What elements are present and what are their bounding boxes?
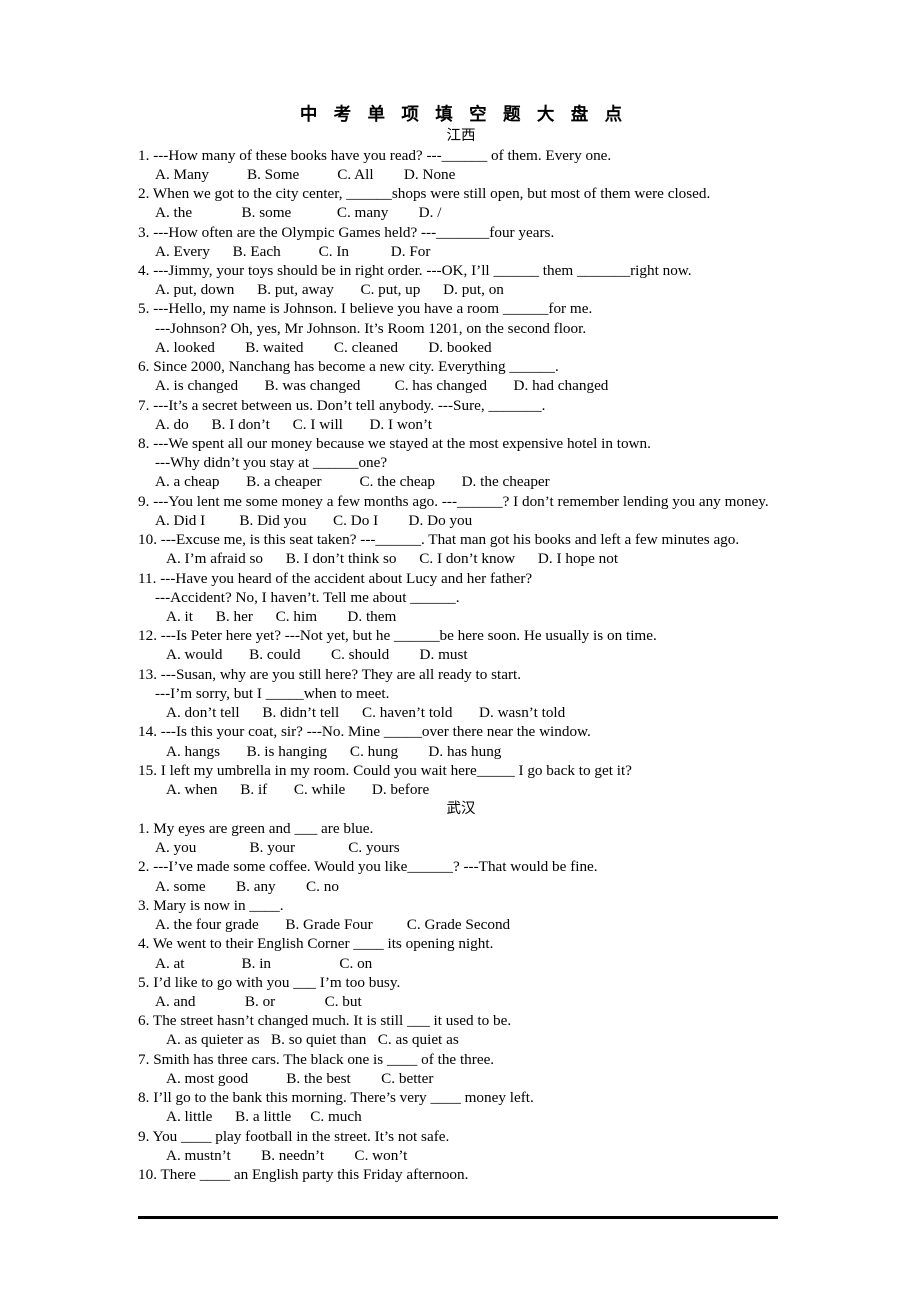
question-block: 2. ---I’ve made some coffee. Would you l… <box>138 857 784 895</box>
question-block: 6. The street hasn’t changed much. It is… <box>138 1011 784 1049</box>
question-block: 13. ---Susan, why are you still here? Th… <box>138 665 784 723</box>
question-options: A. mustn’t B. needn’t C. won’t <box>166 1146 408 1164</box>
question-text: 6. The street hasn’t changed much. It is… <box>138 1012 512 1030</box>
question-options: A. the B. some C. many D. / <box>155 204 442 222</box>
question-text: 13. ---Susan, why are you still here? Th… <box>138 665 522 683</box>
question-block: 10. There ____ an English party this Fri… <box>138 1165 784 1184</box>
question-text: 10. There ____ an English party this Fri… <box>138 1165 469 1183</box>
question-options: A. don’t tell B. didn’t tell C. haven’t … <box>166 704 566 722</box>
question-block: 10. ---Excuse me, is this seat taken? --… <box>138 530 784 568</box>
question-block: 14. ---Is this your coat, sir? ---No. Mi… <box>138 722 784 760</box>
question-block: 8. ---We spent all our money because we … <box>138 434 784 492</box>
question-text: 4. ---Jimmy, your toys should be in righ… <box>138 262 692 280</box>
document-body: 中 考 单 项 填 空 题 大 盘 点 江西 1. ---How many of… <box>138 104 784 1184</box>
question-options: A. the four grade B. Grade Four C. Grade… <box>155 916 511 934</box>
question-options: A. little B. a little C. much <box>166 1108 362 1126</box>
section-header-wuhan: 武汉 <box>446 801 476 818</box>
question-text: 1. ---How many of these books have you r… <box>138 146 612 164</box>
question-options: A. is changed B. was changed C. has chan… <box>155 377 609 395</box>
footer-divider <box>138 1216 778 1219</box>
question-options: A. at B. in C. on <box>155 954 373 972</box>
question-options: A. a cheap B. a cheaper C. the cheap D. … <box>155 473 550 491</box>
question-options: A. would B. could C. should D. must <box>166 646 468 664</box>
question-options: A. you B. your C. yours <box>155 839 400 857</box>
question-options: A. when B. if C. while D. before <box>166 780 430 798</box>
question-text: 3. Mary is now in ____. <box>138 896 284 914</box>
question-dialogue-line: ---Accident? No, I haven’t. Tell me abou… <box>155 588 460 606</box>
question-text: 12. ---Is Peter here yet? ---Not yet, bu… <box>138 627 657 645</box>
question-dialogue-line: ---Johnson? Oh, yes, Mr Johnson. It’s Ro… <box>155 319 587 337</box>
page-title: 中 考 单 项 填 空 题 大 盘 点 <box>299 104 629 124</box>
question-block: 3. Mary is now in ____. A. the four grad… <box>138 896 784 934</box>
question-options: A. some B. any C. no <box>155 877 339 895</box>
question-block: 3. ---How often are the Olympic Games he… <box>138 223 784 261</box>
section-header-jiangxi: 江西 <box>446 127 476 144</box>
question-block: 5. ---Hello, my name is Johnson. I belie… <box>138 299 784 357</box>
question-options: A. Many B. Some C. All D. None <box>155 165 456 183</box>
question-options: A. I’m afraid so B. I don’t think so C. … <box>166 550 619 568</box>
question-options: A. put, down B. put, away C. put, up D. … <box>155 281 504 299</box>
question-dialogue-line: ---I’m sorry, but I _____when to meet. <box>155 684 390 702</box>
question-block: 7. ---It’s a secret between us. Don’t te… <box>138 396 784 434</box>
question-text: 4. We went to their English Corner ____ … <box>138 935 494 953</box>
question-block: 5. I’d like to go with you ___ I’m too b… <box>138 973 784 1011</box>
question-text: 6. Since 2000, Nanchang has become a new… <box>138 358 559 376</box>
document-page: 中 考 单 项 填 空 题 大 盘 点 江西 1. ---How many of… <box>0 0 920 1302</box>
question-options: A. as quieter as B. so quiet than C. as … <box>166 1031 459 1049</box>
question-block: 2. When we got to the city center, _____… <box>138 184 784 222</box>
question-block: 12. ---Is Peter here yet? ---Not yet, bu… <box>138 626 784 664</box>
question-block: 9. ---You lent me some money a few month… <box>138 492 784 530</box>
question-block: 15. I left my umbrella in my room. Could… <box>138 761 784 799</box>
question-text: 2. When we got to the city center, _____… <box>138 185 711 203</box>
question-text: 8. ---We spent all our money because we … <box>138 435 651 452</box>
question-text: 15. I left my umbrella in my room. Could… <box>138 761 632 779</box>
question-block: 9. You ____ play football in the street.… <box>138 1127 784 1165</box>
question-block: 4. ---Jimmy, your toys should be in righ… <box>138 261 784 299</box>
question-block: 1. ---How many of these books have you r… <box>138 146 784 184</box>
question-block: 6. Since 2000, Nanchang has become a new… <box>138 357 784 395</box>
question-text: 8. I’ll go to the bank this morning. The… <box>138 1089 534 1107</box>
question-text: 9. ---You lent me some money a few month… <box>138 492 769 510</box>
question-text: 5. ---Hello, my name is Johnson. I belie… <box>138 300 593 318</box>
question-options: A. looked B. waited C. cleaned D. booked <box>155 338 492 356</box>
question-text: 14. ---Is this your coat, sir? ---No. Mi… <box>138 723 591 741</box>
question-text: 10. ---Excuse me, is this seat taken? --… <box>138 531 740 549</box>
question-options: A. and B. or C. but <box>155 992 362 1010</box>
question-block: 11. ---Have you heard of the accident ab… <box>138 569 784 627</box>
question-options: A. Did I B. Did you C. Do I D. Do you <box>155 511 473 529</box>
question-text: 9. You ____ play football in the street.… <box>138 1127 450 1145</box>
question-block: 1. My eyes are green and ___ are blue. A… <box>138 819 784 857</box>
question-options: A. do B. I don’t C. I will D. I won’t <box>155 415 433 433</box>
question-block: 8. I’ll go to the bank this morning. The… <box>138 1088 784 1126</box>
question-text: 7. Smith has three cars. The black one i… <box>138 1050 495 1068</box>
question-text: 3. ---How often are the Olympic Games he… <box>138 223 555 241</box>
question-text: 11. ---Have you heard of the accident ab… <box>138 569 533 587</box>
question-block: 4. We went to their English Corner ____ … <box>138 934 784 972</box>
question-text: 5. I’d like to go with you ___ I’m too b… <box>138 973 401 991</box>
question-text: 2. ---I’ve made some coffee. Would you l… <box>138 858 598 876</box>
question-options: A. Every B. Each C. In D. For <box>155 242 431 260</box>
question-options: A. hangs B. is hanging C. hung D. has hu… <box>166 742 502 760</box>
question-dialogue-line: ---Why didn’t you stay at ______one? <box>155 454 388 472</box>
question-options: A. most good B. the best C. better <box>166 1069 434 1087</box>
question-block: 7. Smith has three cars. The black one i… <box>138 1050 784 1088</box>
question-text: 7. ---It’s a secret between us. Don’t te… <box>138 396 546 414</box>
question-text: 1. My eyes are green and ___ are blue. <box>138 820 374 837</box>
question-options: A. it B. her C. him D. them <box>166 607 397 625</box>
